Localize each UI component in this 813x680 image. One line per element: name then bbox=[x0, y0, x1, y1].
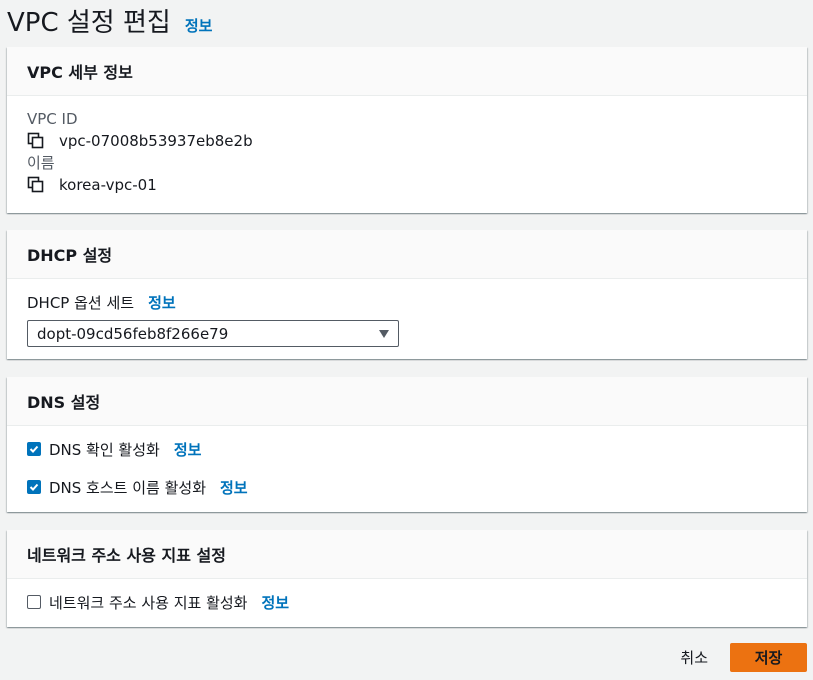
page-title: VPC 설정 편집 bbox=[7, 8, 171, 38]
vpc-details-header: VPC 세부 정보 bbox=[7, 47, 807, 96]
dns-header: DNS 설정 bbox=[7, 377, 807, 426]
dhcp-option-set-label: DHCP 옵션 세트 bbox=[27, 293, 135, 312]
vpc-id-row: vpc-07008b53937eb8e2b bbox=[27, 129, 787, 153]
dns-hostnames-row: DNS 호스트 이름 활성화 정보 bbox=[27, 476, 787, 498]
dhcp-option-set-select[interactable]: dopt-09cd56feb8f266e79 bbox=[27, 320, 399, 347]
dhcp-panel: DHCP 설정 DHCP 옵션 세트 정보 dopt-09cd56feb8f26… bbox=[7, 230, 807, 359]
save-button[interactable]: 저장 bbox=[730, 643, 807, 672]
dns-resolution-checkbox[interactable] bbox=[27, 442, 41, 456]
network-metrics-header: 네트워크 주소 사용 지표 설정 bbox=[7, 530, 807, 579]
dhcp-header: DHCP 설정 bbox=[7, 230, 807, 279]
check-icon bbox=[29, 483, 39, 491]
dhcp-option-set-label-row: DHCP 옵션 세트 정보 bbox=[27, 291, 787, 313]
cancel-button[interactable]: 취소 bbox=[680, 647, 708, 668]
check-icon bbox=[29, 445, 39, 453]
form-footer: 취소 저장 bbox=[680, 643, 807, 672]
network-metrics-info-link[interactable]: 정보 bbox=[261, 592, 289, 613]
dhcp-selected-value: dopt-09cd56feb8f266e79 bbox=[37, 324, 229, 343]
dhcp-info-link[interactable]: 정보 bbox=[148, 292, 176, 313]
dns-panel: DNS 설정 DNS 확인 활성화 정보 DNS 호스트 이름 활성화 정보 bbox=[7, 377, 807, 512]
network-metrics-label[interactable]: 네트워크 주소 사용 지표 활성화 bbox=[49, 592, 247, 613]
vpc-id-value: vpc-07008b53937eb8e2b bbox=[59, 132, 253, 150]
page-header: VPC 설정 편집 정보 bbox=[7, 2, 212, 39]
copy-icon[interactable] bbox=[27, 176, 45, 194]
dns-hostnames-info-link[interactable]: 정보 bbox=[220, 477, 248, 498]
vpc-name-row: korea-vpc-01 bbox=[27, 173, 787, 197]
vpc-details-panel: VPC 세부 정보 VPC ID vpc-07008b53937eb8e2b 이… bbox=[7, 47, 807, 213]
dns-hostnames-checkbox[interactable] bbox=[27, 480, 41, 494]
page-info-link[interactable]: 정보 bbox=[185, 15, 213, 36]
vpc-name-label: 이름 bbox=[27, 154, 55, 172]
dns-resolution-label[interactable]: DNS 확인 활성화 bbox=[49, 439, 160, 460]
copy-icon[interactable] bbox=[27, 132, 45, 150]
dns-hostnames-label[interactable]: DNS 호스트 이름 활성화 bbox=[49, 477, 206, 498]
dns-resolution-row: DNS 확인 활성화 정보 bbox=[27, 438, 787, 460]
caret-down-icon bbox=[379, 329, 389, 338]
network-metrics-row: 네트워크 주소 사용 지표 활성화 정보 bbox=[27, 591, 787, 613]
network-metrics-checkbox[interactable] bbox=[27, 595, 41, 609]
dns-resolution-info-link[interactable]: 정보 bbox=[174, 439, 202, 460]
vpc-name-value: korea-vpc-01 bbox=[59, 176, 157, 194]
vpc-id-label: VPC ID bbox=[27, 110, 78, 128]
network-metrics-panel: 네트워크 주소 사용 지표 설정 네트워크 주소 사용 지표 활성화 정보 bbox=[7, 530, 807, 627]
